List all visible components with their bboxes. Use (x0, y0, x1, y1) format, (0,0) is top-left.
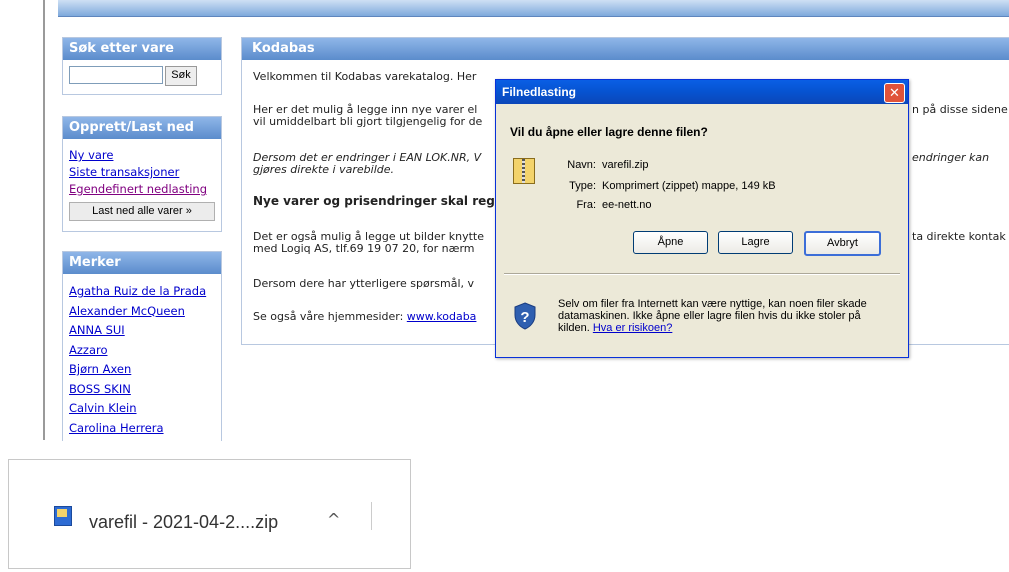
body-text: Det er også mulig å legge ut bilder knyt… (253, 230, 484, 243)
body-text: n på disse sidene (912, 103, 1008, 116)
download-all-button[interactable]: Last ned alle varer » (69, 202, 215, 221)
download-filename[interactable]: varefil - 2021-04-2....zip (89, 512, 278, 533)
search-panel: Søk etter vare Søk (62, 37, 222, 95)
file-download-dialog: Filnedlasting ✕ Vil du åpne eller lagre … (495, 79, 909, 358)
homepage-link[interactable]: www.kodaba (407, 310, 477, 323)
intro-text: Velkommen til Kodabas varekatalog. Her (253, 70, 477, 83)
page-border (43, 0, 45, 440)
brand-link[interactable]: Calvin Klein (63, 399, 221, 419)
type-label: Type: (569, 180, 596, 192)
dialog-question: Vil du åpne eller lagre denne filen? (510, 125, 708, 139)
link-recent-transactions[interactable]: Siste transaksjoner (63, 164, 221, 181)
brand-link[interactable]: Bjørn Axen (63, 360, 221, 380)
body-text: vil umiddelbart bli gjort tilgjengelig f… (253, 115, 483, 128)
zip-file-icon (513, 158, 535, 184)
brand-link[interactable]: Agatha Ruiz de la Prada (63, 282, 221, 302)
body-text: Dersom det er endringer i EAN LOK.NR, V (253, 151, 482, 164)
brand-link[interactable]: BOSS SKIN (63, 380, 221, 400)
chevron-up-icon[interactable]: ^ (327, 510, 340, 529)
brand-link[interactable]: Carolina Herrera (63, 419, 221, 439)
body-text: gjøres direkte i varebilde. (253, 163, 394, 176)
from-label: Fra: (576, 199, 596, 211)
create-panel: Opprett/Last ned Ny vare Siste transaksj… (62, 116, 222, 232)
save-button[interactable]: Lagre (718, 231, 793, 254)
search-panel-title: Søk etter vare (63, 38, 221, 60)
shield-icon: ? (513, 302, 537, 330)
name-label: Navn: (567, 159, 596, 171)
zip-file-icon (54, 506, 72, 526)
download-bar: varefil - 2021-04-2....zip ^ (8, 459, 411, 569)
create-panel-title: Opprett/Last ned (63, 117, 221, 139)
dialog-title: Filnedlasting (496, 80, 908, 104)
homepage-text: Se også våre hjemmesider: www.kodaba (253, 310, 477, 323)
name-value: varefil.zip (602, 159, 649, 171)
body-text: ta direkte kontak (912, 230, 1006, 243)
risk-warning: Selv om filer fra Internett kan være nyt… (558, 298, 867, 334)
main-title: Kodabas (242, 38, 1009, 60)
svg-text:?: ? (520, 309, 529, 326)
search-input[interactable] (69, 66, 163, 84)
open-button[interactable]: Åpne (633, 231, 708, 254)
risk-link[interactable]: Hva er risikoen? (593, 322, 672, 334)
body-text: Dersom dere har ytterligere spørsmål, v (253, 277, 475, 290)
brand-link[interactable]: Azzaro (63, 341, 221, 361)
link-new-item[interactable]: Ny vare (63, 147, 221, 164)
body-text: med Logiq AS, tlf.69 19 07 20, for nærm (253, 242, 475, 255)
brand-link[interactable]: Alexander McQueen (63, 302, 221, 322)
close-icon[interactable]: ✕ (884, 83, 905, 103)
dialog-divider (504, 273, 900, 275)
brands-panel: Merker Agatha Ruiz de la Prada Alexander… (62, 251, 222, 441)
link-custom-download[interactable]: Egendefinert nedlasting (63, 181, 221, 198)
from-value: ee-nett.no (602, 199, 652, 211)
type-value: Komprimert (zippet) mappe, 149 kB (602, 180, 776, 192)
body-text: Her er det mulig å legge inn nye varer e… (253, 103, 478, 116)
cancel-button[interactable]: Avbryt (804, 231, 881, 256)
section-heading: Nye varer og prisendringer skal reg (253, 194, 495, 208)
brand-link[interactable]: ANNA SUI (63, 321, 221, 341)
search-button[interactable]: Søk (165, 66, 197, 86)
brands-panel-title: Merker (63, 252, 221, 274)
download-bar-divider (371, 502, 372, 530)
top-banner (58, 0, 1009, 17)
body-text: endringer kan (912, 151, 990, 164)
